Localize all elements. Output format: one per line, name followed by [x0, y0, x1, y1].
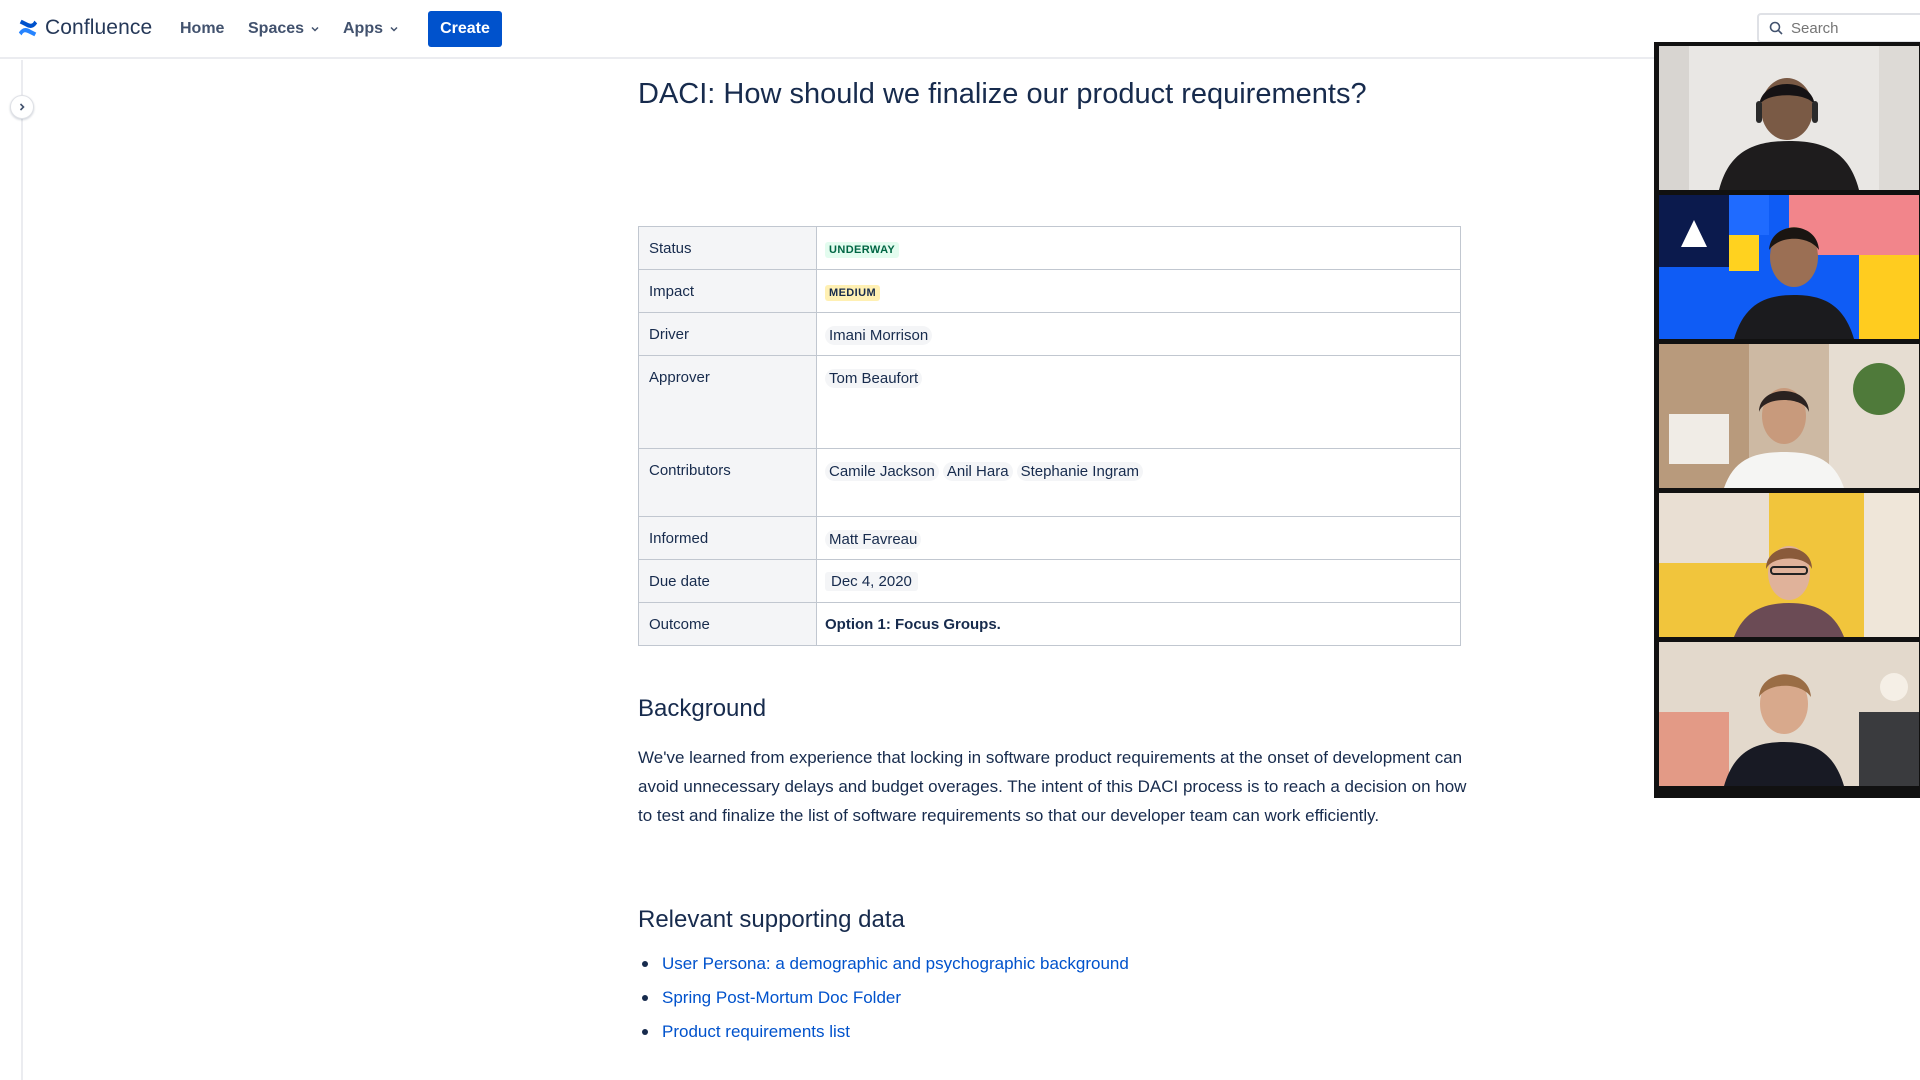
participant-video — [1659, 493, 1919, 637]
impact-label: Impact — [638, 269, 817, 313]
table-row-informed: Informed Matt Favreau — [638, 516, 1461, 560]
background-paragraph: We've learned from experience that locki… — [638, 748, 1467, 825]
table-row-status: Status UNDERWAY — [638, 226, 1461, 270]
nav-apps-label: Apps — [343, 20, 383, 37]
expand-sidebar-button[interactable] — [10, 95, 34, 119]
top-navigation-bar: Confluence Home Spaces Apps Create — [0, 0, 1920, 59]
list-item: Spring Post-Mortum Doc Folder — [642, 981, 1129, 1015]
participant-video-tile[interactable] — [1659, 46, 1919, 190]
supporting-data-heading: Relevant supporting data — [638, 906, 905, 933]
driver-label: Driver — [638, 312, 817, 356]
background-heading: Background — [638, 695, 767, 722]
link-user-persona[interactable]: User Persona: a demographic and psychogr… — [662, 947, 1129, 981]
nav-apps-dropdown[interactable]: Apps — [343, 20, 399, 38]
participant-video-tile[interactable] — [1659, 642, 1919, 786]
impact-cell: MEDIUM — [816, 269, 1461, 313]
table-row-driver: Driver Imani Morrison — [638, 312, 1461, 356]
sidebar-divider — [21, 60, 23, 1080]
link-post-mortum-folder[interactable]: Spring Post-Mortum Doc Folder — [662, 981, 901, 1015]
status-lozenge: UNDERWAY — [825, 242, 900, 258]
participant-video-tile[interactable] — [1659, 195, 1919, 339]
page-title: DACI: How should we finalize our product… — [638, 78, 1367, 110]
user-mention[interactable]: Matt Favreau — [825, 530, 922, 549]
outcome-value: Option 1: Focus Groups. — [816, 602, 1461, 646]
search-input[interactable] — [1791, 19, 1911, 37]
approver-cell: Tom Beaufort — [816, 355, 1461, 449]
status-label: Status — [638, 226, 817, 270]
brand-name: Confluence — [45, 16, 153, 39]
daci-table: Status UNDERWAY Impact MEDIUM Driver Ima… — [638, 226, 1461, 646]
confluence-logo-icon — [18, 19, 38, 37]
bullet-icon — [642, 961, 648, 967]
participant-video — [1659, 642, 1919, 786]
table-row-impact: Impact MEDIUM — [638, 269, 1461, 313]
chevron-down-icon — [311, 26, 319, 32]
participant-video — [1659, 344, 1919, 488]
informed-cell: Matt Favreau — [816, 516, 1461, 560]
participant-video — [1659, 46, 1919, 190]
nav-spaces-dropdown[interactable]: Spaces — [248, 20, 320, 38]
participant-video-tile[interactable] — [1659, 493, 1919, 637]
user-mention[interactable]: Tom Beaufort — [825, 369, 923, 388]
user-mention[interactable]: Stephanie Ingram — [1016, 462, 1143, 481]
bullet-icon — [642, 1029, 648, 1035]
user-mention[interactable]: Imani Morrison — [825, 326, 933, 345]
user-mention[interactable]: Camile Jackson — [825, 462, 939, 481]
driver-cell: Imani Morrison — [816, 312, 1461, 356]
link-product-requirements[interactable]: Product requirements list — [662, 1015, 850, 1049]
search-icon — [1769, 21, 1783, 35]
approver-label: Approver — [638, 355, 817, 449]
table-row-approver: Approver Tom Beaufort — [638, 355, 1461, 449]
table-row-contributors: Contributors Camile Jackson Anil Hara Step… — [638, 448, 1461, 517]
nav-spaces-label: Spaces — [248, 20, 305, 37]
nav-home-label: Home — [180, 20, 225, 37]
participant-video-tile[interactable] — [1659, 344, 1919, 488]
informed-label: Informed — [638, 516, 817, 560]
due-date-cell: Dec 4, 2020 — [816, 559, 1461, 603]
confluence-logo[interactable]: Confluence — [17, 16, 152, 40]
table-row-due-date: Due date Dec 4, 2020 — [638, 559, 1461, 603]
list-item: User Persona: a demographic and psychogr… — [642, 947, 1129, 981]
chevron-down-icon — [390, 26, 398, 32]
create-button[interactable]: Create — [428, 11, 502, 47]
bullet-icon — [642, 995, 648, 1001]
supporting-links-list: User Persona: a demographic and psychogr… — [642, 947, 1129, 1049]
table-row-outcome: Outcome Option 1: Focus Groups. — [638, 602, 1461, 646]
contributors-label: Contributors — [638, 448, 817, 517]
contributors-cell: Camile Jackson Anil Hara Stephanie Ingram — [816, 448, 1461, 517]
outcome-label: Outcome — [638, 602, 817, 646]
list-item: Product requirements list — [642, 1015, 1129, 1049]
impact-lozenge: MEDIUM — [825, 285, 881, 301]
participant-video — [1659, 195, 1919, 339]
chevron-right-icon — [19, 103, 25, 111]
video-call-panel — [1654, 42, 1920, 798]
due-date-label: Due date — [638, 559, 817, 603]
search-box[interactable] — [1757, 13, 1920, 43]
date-chip[interactable]: Dec 4, 2020 — [825, 572, 918, 591]
status-cell: UNDERWAY — [816, 226, 1461, 270]
user-mention[interactable]: Anil Hara — [942, 462, 1013, 481]
nav-home[interactable]: Home — [180, 20, 224, 38]
